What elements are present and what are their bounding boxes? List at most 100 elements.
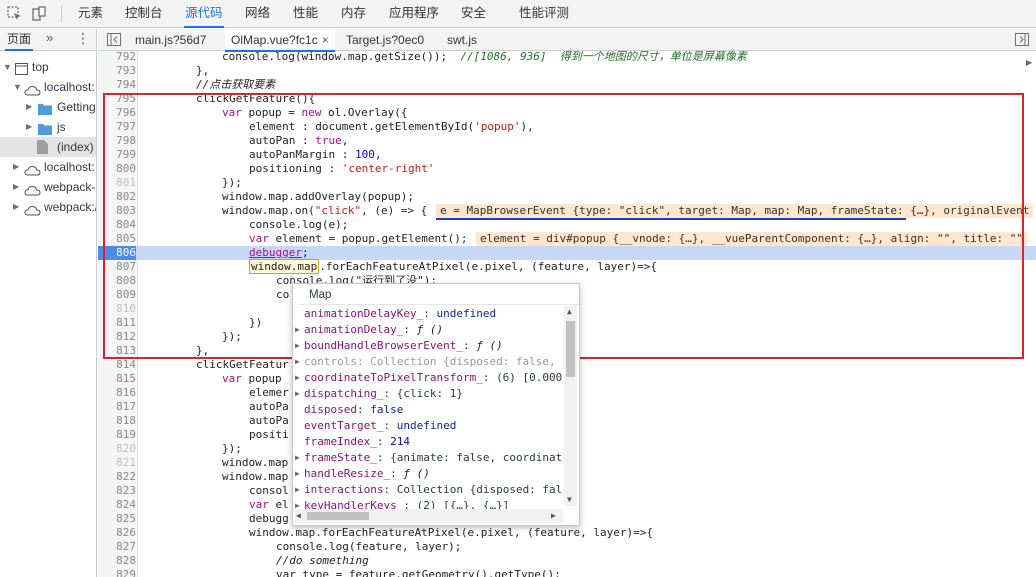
paused-execution-line[interactable]: 806 debugger; (98, 246, 1036, 260)
property-row[interactable]: ▶ coordinateToPixelTransform_: (6) [0.000 (293, 370, 563, 386)
close-tab-icon[interactable]: × (322, 33, 329, 47)
tree-item-top[interactable]: ▼ top (0, 57, 96, 77)
inspect-element-icon[interactable] (6, 5, 24, 23)
scroll-left-icon[interactable]: ◀ (296, 511, 301, 520)
expand-right-icon[interactable]: ▶ (295, 354, 300, 370)
scroll-right-icon[interactable]: ▶ (1026, 58, 1032, 67)
expand-right-icon[interactable]: ▶ (295, 450, 300, 466)
expand-right-icon[interactable]: ▶ (13, 197, 19, 217)
expand-right-icon[interactable]: ▶ (13, 177, 19, 197)
device-toolbar-icon[interactable] (30, 5, 48, 23)
property-row[interactable]: ▶ dispatching_: {click: 1} (293, 386, 563, 402)
toolbar-divider (61, 6, 62, 22)
tab-security[interactable]: 安全 (460, 0, 487, 28)
horizontal-scroll-thumb[interactable] (307, 512, 369, 520)
tab-performance[interactable]: 性能 (292, 0, 319, 28)
tree-item-webpack[interactable]: ▶ webpack- (0, 177, 96, 197)
tab-elements[interactable]: 元素 (77, 0, 104, 28)
object-preview-popover[interactable]: Map animationDelayKey_: undefined ▶ animat… (292, 283, 580, 526)
code-line[interactable]: 826 window.map.forEachFeatureAtPixel(e.pi… (98, 526, 1036, 540)
hovered-expression[interactable]: window.map (249, 259, 320, 274)
property-row[interactable]: ▶ boundHandleBrowserEvent_: ƒ () (293, 338, 563, 354)
property-separator: : (383, 419, 397, 432)
property-name: animationDelayKey_ (304, 307, 424, 320)
tab-network[interactable]: 网络 (244, 0, 271, 28)
expand-right-icon[interactable]: ▶ (13, 157, 19, 177)
code-line[interactable]: 796 var popup = new ol.Overlay({ (98, 106, 1036, 120)
code-line[interactable]: 793}, (98, 64, 1036, 78)
editor-tab-olmap-vue[interactable]: OlMap.vue?fc1c × (225, 29, 335, 52)
expand-right-icon[interactable]: ▶ (26, 97, 32, 117)
tab-lighthouse[interactable]: 性能评测 (518, 0, 570, 28)
code-line[interactable]: 801}); (98, 176, 1036, 190)
property-name: boundHandleBrowserEvent_ (304, 339, 463, 352)
code-line[interactable]: 802 window.map.addOverlay(popup); (98, 190, 1036, 204)
tree-item-webpack-2[interactable]: ▶ webpack:/ (0, 197, 96, 217)
popover-divider (299, 304, 579, 305)
expand-right-icon[interactable]: ▶ (295, 370, 300, 386)
toggle-navigator-icon[interactable] (107, 33, 121, 49)
property-row[interactable]: ▶ frameState_: {animate: false, coordinat (293, 450, 563, 466)
code-line[interactable]: 797 element : document.getElementById('po… (98, 120, 1036, 134)
editor-tab-target-js[interactable]: Target.js?0ec0 (346, 29, 424, 51)
code-line[interactable]: 827 console.log(feature, layer); (98, 540, 1036, 554)
kebab-menu-icon[interactable]: ⋮ (76, 30, 90, 47)
expand-right-icon[interactable]: ▶ (26, 117, 32, 137)
tab-page[interactable]: 页面 (5, 29, 34, 51)
property-separator: : (423, 307, 437, 320)
property-separator: : (383, 387, 397, 400)
tab-sources[interactable]: 源代码 (184, 0, 224, 28)
property-name: eventTarget_ (304, 419, 384, 432)
code-line[interactable]: 807 window.map .forEachFeatureAtPixel(e.pi… (98, 259, 1036, 274)
expand-right-icon[interactable]: ▶ (295, 466, 300, 482)
tree-item-label: localhost: (44, 160, 95, 174)
vertical-scroll-thumb[interactable] (566, 321, 575, 377)
code-line[interactable]: 828//do something (98, 554, 1036, 568)
property-row[interactable]: ▶ interactions: Collection {disposed: fal (293, 482, 563, 498)
property-name: frameIndex_ (304, 435, 377, 448)
expand-down-icon[interactable]: ▼ (13, 77, 22, 97)
toggle-debugger-icon[interactable] (1015, 33, 1029, 49)
property-separator: : (482, 371, 497, 384)
property-separator: : (390, 467, 404, 480)
tab-application[interactable]: 应用程序 (388, 0, 440, 28)
scroll-down-icon[interactable]: ▼ (567, 495, 572, 504)
property-row[interactable]: ▶ handleResize_: ƒ () (293, 466, 563, 482)
expand-right-icon[interactable]: ▶ (295, 322, 300, 338)
property-value: ƒ () (403, 467, 430, 480)
property-separator: : (376, 435, 391, 448)
code-line[interactable]: 798 autoPan : true, (98, 134, 1036, 148)
expand-right-icon[interactable]: ▶ (295, 386, 300, 402)
property-value: Collection {disposed: fal (396, 483, 563, 496)
editor-tab-main-js[interactable]: main.js?56d7 (135, 29, 206, 51)
tab-memory[interactable]: 内存 (340, 0, 367, 28)
inline-value-element: element = div#popup {__vnode: {…}, __vue… (476, 232, 1028, 246)
code-line[interactable]: 792 console.log(window.map.getSize()); //… (98, 51, 1036, 64)
expand-down-icon[interactable]: ▼ (3, 57, 12, 77)
code-line[interactable]: 829 var type = feature.getGeometry().getT… (98, 568, 1036, 577)
tree-item-localhost[interactable]: ▼ localhost: (0, 77, 96, 97)
expand-right-icon[interactable]: ▶ (295, 482, 300, 498)
tree-item-index[interactable]: (index) (0, 137, 96, 157)
code-line[interactable]: 799 autoPanMargin : 100, (98, 148, 1036, 162)
tree-item-js[interactable]: ▶ js (0, 117, 96, 137)
tree-item-getting[interactable]: ▶ Getting (0, 97, 96, 117)
property-row[interactable]: ▶ controls: Collection {disposed: false, (293, 354, 563, 370)
more-tabs-icon[interactable]: » (46, 30, 53, 45)
code-line[interactable]: 800 positioning : 'center-right' (98, 162, 1036, 176)
editor-tab-swt-js[interactable]: swt.js (447, 29, 477, 51)
expand-right-icon[interactable]: ▶ (295, 338, 300, 354)
property-row[interactable]: ▶ animationDelay_: ƒ () (293, 322, 563, 338)
horizontal-scrollbar[interactable]: ◀ ▶ (295, 509, 563, 523)
code-line[interactable]: 794//点击获取要素 (98, 78, 1036, 92)
tree-item-localhost-2[interactable]: ▶ localhost: (0, 157, 96, 177)
code-line[interactable]: 804 console.log(e); (98, 218, 1036, 232)
property-value: Collection {disposed: false, (370, 355, 556, 368)
vertical-scrollbar[interactable]: ▲ ▼ (564, 306, 577, 506)
property-value: undefined (396, 419, 457, 432)
tree-item-label: Getting (57, 100, 96, 114)
scroll-up-icon[interactable]: ▲ (567, 307, 572, 316)
scroll-right-icon[interactable]: ▶ (551, 511, 556, 520)
code-line[interactable]: 795 clickGetFeature(){ (98, 92, 1036, 106)
tab-console[interactable]: 控制台 (124, 0, 164, 28)
